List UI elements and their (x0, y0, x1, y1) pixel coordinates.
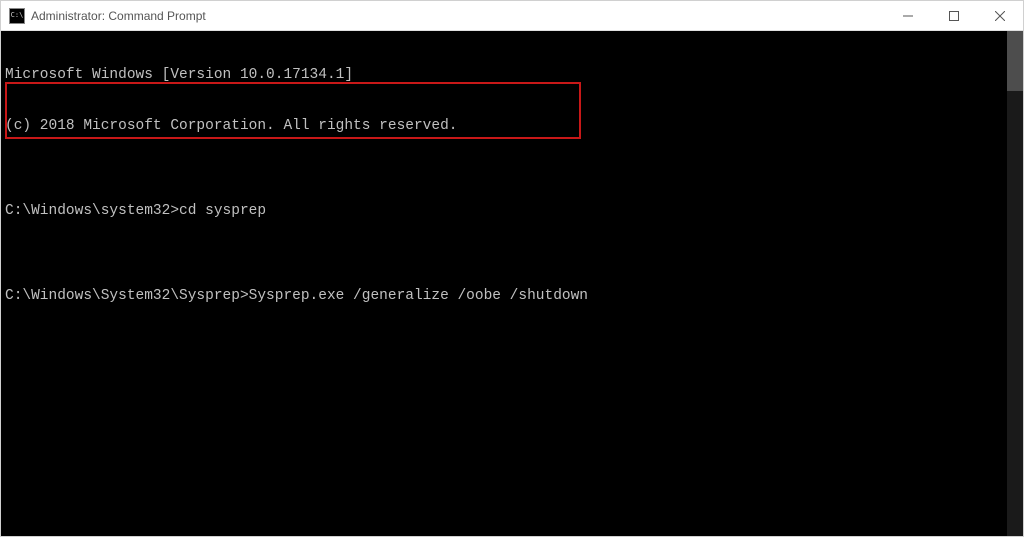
minimize-icon (903, 11, 913, 21)
scrollbar-thumb[interactable] (1007, 31, 1023, 91)
app-icon-glyph: C:\ (11, 12, 24, 19)
maximize-icon (949, 11, 959, 21)
command-prompt-window: C:\ Administrator: Command Prompt Micros… (0, 0, 1024, 537)
terminal-area[interactable]: Microsoft Windows [Version 10.0.17134.1]… (1, 31, 1023, 536)
titlebar[interactable]: C:\ Administrator: Command Prompt (1, 1, 1023, 31)
close-icon (995, 11, 1005, 21)
close-button[interactable] (977, 1, 1023, 30)
window-controls (885, 1, 1023, 30)
maximize-button[interactable] (931, 1, 977, 30)
terminal-line: Microsoft Windows [Version 10.0.17134.1] (5, 67, 1019, 84)
terminal-line: (c) 2018 Microsoft Corporation. All righ… (5, 118, 1019, 135)
window-title: Administrator: Command Prompt (31, 9, 885, 23)
terminal-line: C:\Windows\System32\Sysprep>Sysprep.exe … (5, 288, 1019, 305)
terminal-line: C:\Windows\system32>cd sysprep (5, 203, 1019, 220)
app-icon: C:\ (9, 8, 25, 24)
terminal-content: Microsoft Windows [Version 10.0.17134.1]… (1, 31, 1023, 341)
scrollbar-track[interactable] (1007, 31, 1023, 536)
minimize-button[interactable] (885, 1, 931, 30)
